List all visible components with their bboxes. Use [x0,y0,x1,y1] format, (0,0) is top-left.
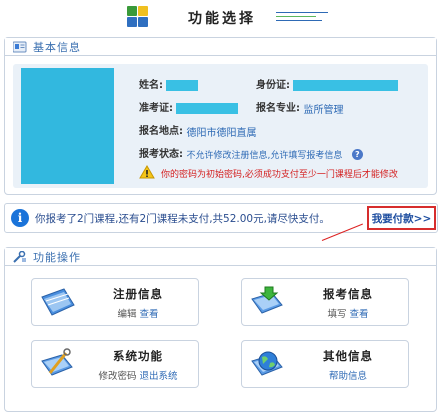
status-label: 报考状态: [139,149,183,160]
password-warning: 你的密码为初始密码,必须成功支付至少一门课程后才能修改 [139,165,398,182]
tile-title: 报考信息 [323,287,373,301]
tile-title: 注册信息 [113,287,163,301]
title-decoration [276,12,328,24]
major-label: 报名专业: [256,103,300,114]
tile-exam-info[interactable]: 报考信息 填写 查看 [241,278,409,326]
view-link[interactable]: 查看 [140,309,159,320]
exam-no-row: 准考证: [139,99,239,114]
tile-registration-info[interactable]: 注册信息 编辑 查看 [31,278,199,326]
tile-other-info[interactable]: 其他信息 帮助信息 [241,340,409,388]
operations-panel: 功能操作 注册信息 编辑 查看 报考信息 填写 查看 系统功能 修改密码 退出系… [4,247,437,412]
location-label: 报名地点: [139,126,183,137]
name-value-redacted [166,79,199,91]
basic-info-header: 基本信息 [5,38,436,56]
tile-links: 填写 查看 [292,306,404,320]
logout-link[interactable]: 退出系统 [140,371,178,382]
tile-title: 其他信息 [323,349,373,363]
info-card-icon [12,41,27,53]
tile-system-functions[interactable]: 系统功能 修改密码 退出系统 [31,340,199,388]
page-title: 功能选择 [188,11,256,27]
major-value: 监所管理 [303,104,344,116]
view-link[interactable]: 查看 [350,309,369,320]
tools-icon [13,250,27,263]
tile-title: 系统功能 [113,349,163,363]
warning-icon [139,165,155,182]
status-value: 不允许修改注册信息,允许填写报考信息 [186,150,343,161]
page-header: 功能选择 [0,0,441,34]
location-value: 德阳市德阳直属 [186,127,257,139]
tile-links: 帮助信息 [292,368,404,382]
exam-no-value-redacted [176,102,239,114]
help-icon[interactable]: ? [351,148,363,160]
payment-notice-bar: i 你报考了2门课程,还有2门课程未支付,共52.00元,请尽快支付。 我要付款… [4,203,438,233]
help-info-link[interactable]: 帮助信息 [329,371,367,382]
applicant-photo [21,68,114,184]
folder-download-icon [248,285,288,321]
name-row: 姓名: [139,76,199,91]
tile-links: 修改密码 退出系统 [82,368,194,382]
payment-notice-text: 你报考了2门课程,还有2门课程未支付,共52.00元,请尽快支付。 [35,212,330,225]
edit-link[interactable]: 编辑 [117,309,136,320]
basic-info-title: 基本信息 [33,40,81,54]
globe-icon [248,347,288,383]
id-value-redacted [293,79,399,91]
settings-tools-icon [38,347,78,383]
info-icon: i [11,209,29,227]
pay-now-button[interactable]: 我要付款>> [367,206,436,230]
warning-text: 你的密码为初始密码,必须成功支付至少一门课程后才能修改 [161,170,398,180]
id-label: 身份证: [256,80,290,91]
major-row: 报名专业: 监所管理 [256,99,343,116]
id-row: 身份证: [256,76,399,91]
status-row: 报考状态: 不允许修改注册信息,允许填写报考信息 ? [139,145,363,161]
basic-info-panel: 基本信息 姓名: 身份证: 准考证: 报名专业: 监所管理 报名地点: 德阳市德… [4,37,437,195]
notebook-icon [38,285,78,321]
operations-header: 功能操作 [5,248,436,266]
app-logo-icon [127,6,149,28]
operations-title: 功能操作 [33,250,81,264]
location-row: 报名地点: 德阳市德阳直属 [139,122,256,139]
exam-no-label: 准考证: [139,103,173,114]
name-label: 姓名: [139,80,163,91]
basic-info-body: 姓名: 身份证: 准考证: 报名专业: 监所管理 报名地点: 德阳市德阳直属 报… [13,64,428,188]
fill-link[interactable]: 填写 [327,309,346,320]
tile-links: 编辑 查看 [82,306,194,320]
change-password-link[interactable]: 修改密码 [98,371,136,382]
